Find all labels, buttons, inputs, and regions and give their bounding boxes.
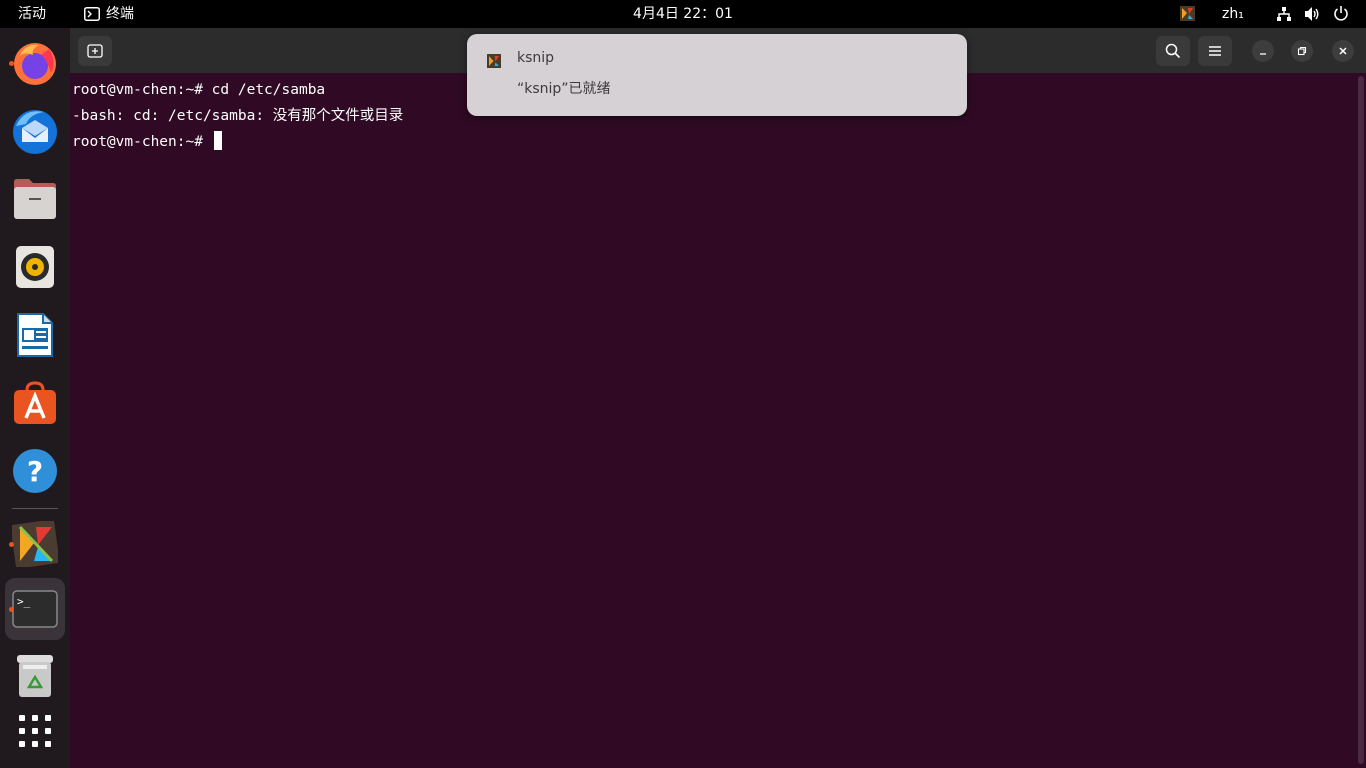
svg-text:>_: >_	[17, 595, 31, 608]
dock-item-files[interactable]	[5, 168, 65, 230]
rhythmbox-icon	[16, 246, 54, 288]
dock-item-help[interactable]: ?	[5, 440, 65, 502]
scrollbar[interactable]	[1358, 76, 1364, 764]
new-tab-button[interactable]	[78, 36, 112, 66]
text-cursor	[213, 131, 222, 150]
terminal-prompt-line: root@vm-chen:~#	[72, 129, 1354, 155]
search-button[interactable]	[1156, 36, 1190, 66]
dock-item-trash[interactable]	[5, 645, 65, 707]
minimize-button[interactable]	[1252, 40, 1274, 62]
dock-item-thunderbird[interactable]	[5, 100, 65, 162]
dock-item-ksnip[interactable]	[5, 513, 65, 575]
activities-button[interactable]: 活动	[18, 0, 46, 28]
hamburger-icon	[1209, 46, 1221, 56]
firefox-icon	[14, 43, 56, 85]
dock-item-firefox[interactable]	[5, 32, 65, 94]
trash-icon	[17, 655, 53, 697]
ksnip-tray-icon[interactable]	[1180, 6, 1195, 21]
close-icon	[1339, 47, 1347, 55]
notification-banner[interactable]: ksnip “ksnip”已就绪	[467, 34, 967, 116]
terminal-icon: >_	[12, 590, 58, 628]
writer-icon	[17, 313, 53, 357]
input-source-indicator[interactable]: zh₁	[1222, 0, 1244, 28]
running-indicator	[9, 607, 14, 612]
dock-separator	[12, 508, 58, 509]
dock-item-terminal[interactable]: >_	[5, 578, 65, 640]
software-store-icon	[14, 381, 56, 424]
search-icon	[1165, 43, 1181, 59]
volume-icon[interactable]	[1304, 6, 1320, 22]
network-icon[interactable]	[1276, 6, 1292, 22]
minimize-icon	[1260, 53, 1266, 55]
ksnip-icon	[12, 521, 58, 567]
dock-item-ubuntu-software[interactable]	[5, 372, 65, 434]
app-menu-button[interactable]: 终端	[84, 0, 134, 28]
app-menu-label: 终端	[106, 6, 134, 22]
power-icon[interactable]	[1333, 5, 1349, 22]
restore-button[interactable]	[1291, 40, 1313, 62]
thunderbird-icon	[13, 110, 57, 154]
app-grid-icon	[19, 715, 51, 747]
dock-item-libreoffice-writer[interactable]	[5, 304, 65, 366]
restore-icon	[1297, 46, 1307, 56]
clock-container: 4月4日 22：01	[0, 0, 1366, 28]
svg-text:?: ?	[27, 455, 43, 488]
terminal-output[interactable]: root@vm-chen:~# cd /etc/samba -bash: cd:…	[70, 73, 1354, 768]
close-button[interactable]	[1332, 40, 1354, 62]
notification-body: “ksnip”已就绪	[517, 81, 611, 97]
running-indicator	[9, 542, 14, 547]
help-icon: ?	[13, 449, 57, 493]
dock-item-show-apps[interactable]	[5, 700, 65, 762]
notification-app-name: ksnip	[517, 50, 555, 66]
running-indicator	[9, 61, 14, 66]
files-icon	[14, 179, 56, 219]
terminal-window: root@vm-chen: ~# cd /etc/samba -bash: cd…	[70, 28, 1366, 768]
menu-button[interactable]	[1198, 36, 1232, 66]
dock-item-rhythmbox[interactable]	[5, 236, 65, 298]
clock[interactable]: 4月4日 22：01	[633, 6, 733, 22]
dock: ? >_	[0, 28, 70, 768]
terminal-prompt: root@vm-chen:~#	[72, 134, 212, 150]
new-tab-icon	[87, 44, 103, 58]
top-bar: 活动 终端 4月4日 22：01 zh₁	[0, 0, 1366, 28]
terminal-small-icon	[84, 7, 100, 21]
ksnip-icon	[487, 54, 501, 68]
